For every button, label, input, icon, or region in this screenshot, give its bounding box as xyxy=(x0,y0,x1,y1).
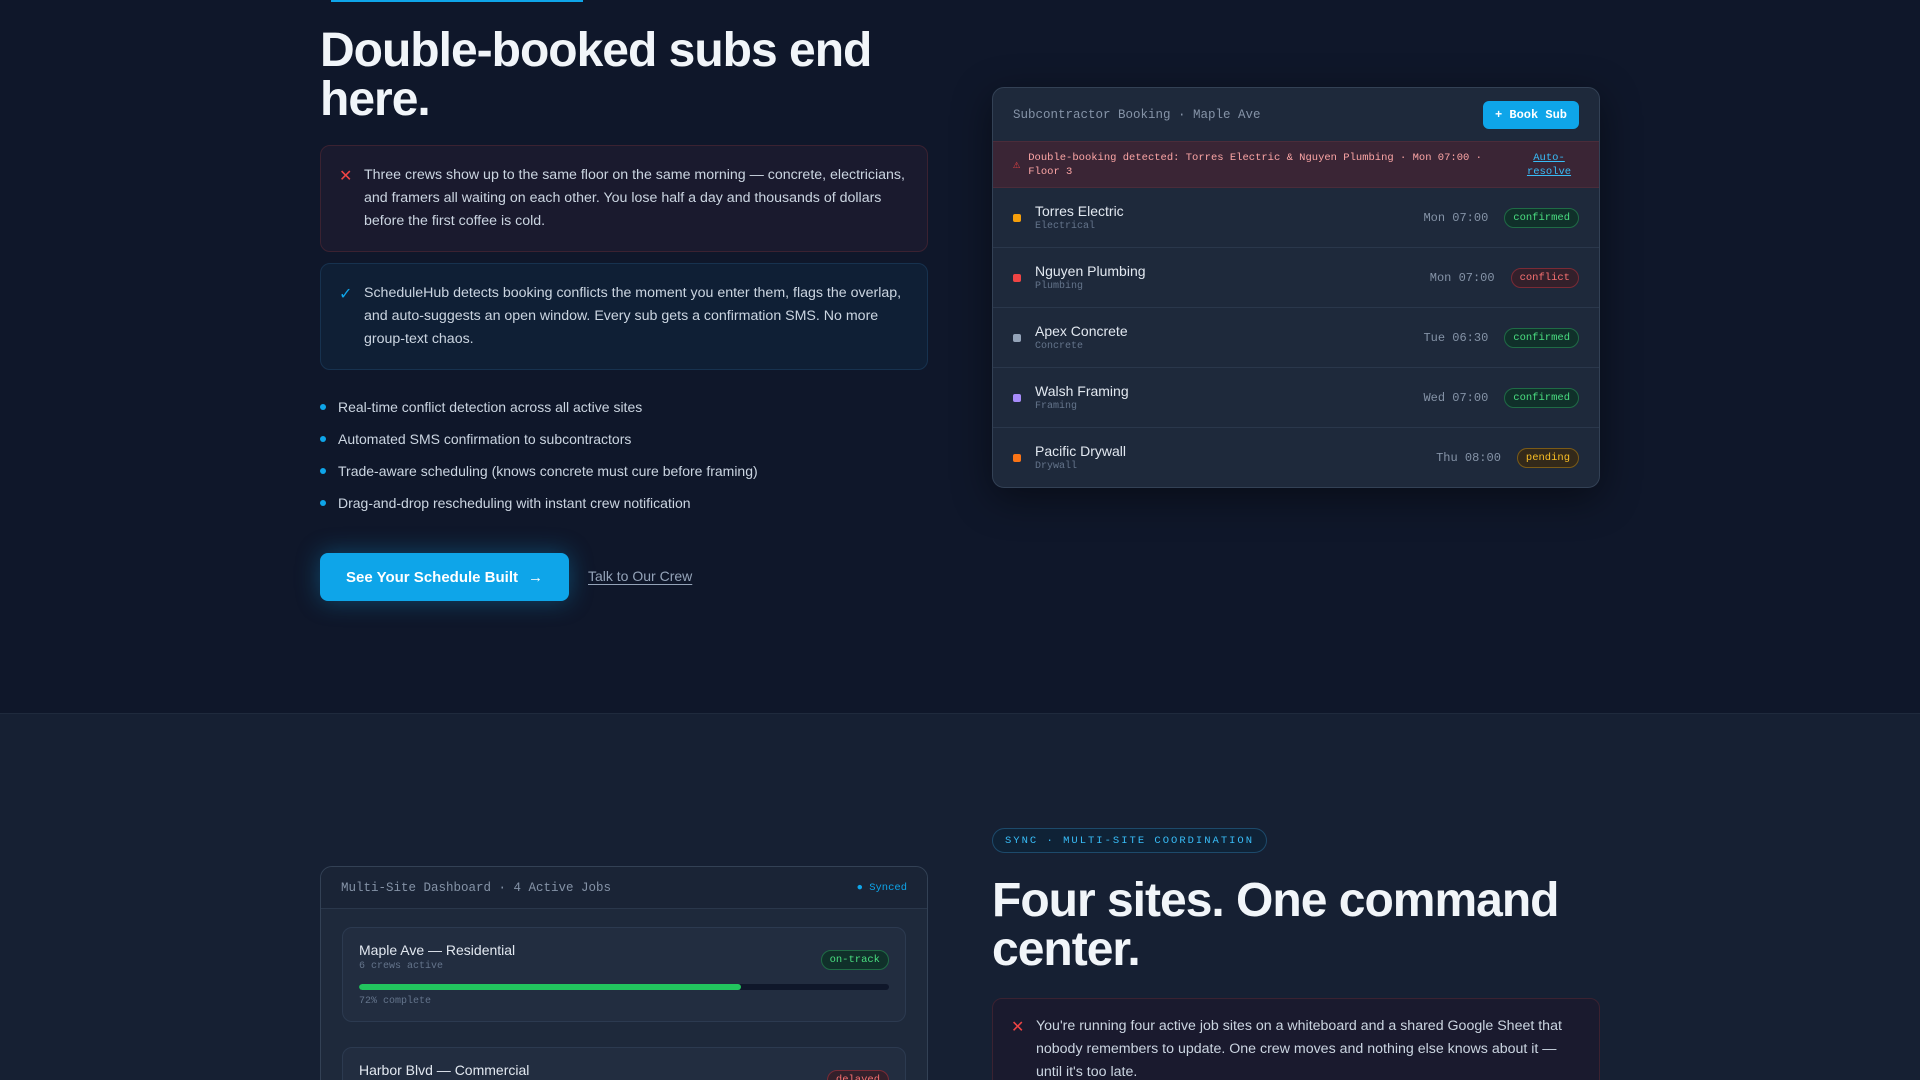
dashboard-header: Multi-Site Dashboard · 4 Active Jobs ● S… xyxy=(321,867,927,909)
booking-time: Mon 07:00 xyxy=(1429,270,1495,285)
booking-panel: Subcontractor Booking · Maple Ave + Book… xyxy=(992,87,1600,488)
sync-dot-icon: ● xyxy=(856,881,863,894)
sub-trade: Concrete xyxy=(1035,340,1084,352)
problem-text: Three crews show up to the same floor on… xyxy=(364,167,905,229)
sync-section xyxy=(0,713,1920,1080)
booking-time: Mon 07:00 xyxy=(1423,210,1489,225)
solution-callout: ✓ ScheduleHub detects booking conflicts … xyxy=(320,263,928,370)
job-status-badge: on-track xyxy=(820,950,889,970)
status-badge: confirmed xyxy=(1504,327,1579,348)
booking-row[interactable]: Torres Electric Electrical Mon 07:00 con… xyxy=(993,188,1599,248)
feature-list: Real-time conflict detection across all … xyxy=(320,396,758,524)
sync-problem-callout: ✕ You're running four active job sites o… xyxy=(992,998,1600,1080)
status-badge: confirmed xyxy=(1504,387,1579,408)
sub-trade: Electrical xyxy=(1035,220,1096,232)
booking-time: Wed 07:00 xyxy=(1423,390,1489,405)
section-title: Four sites. One command center. xyxy=(992,874,1559,976)
booking-time: Thu 08:00 xyxy=(1436,451,1501,465)
sub-trade: Framing xyxy=(1035,400,1078,412)
booking-time: Tue 06:30 xyxy=(1423,330,1489,345)
booking-row[interactable]: Apex Concrete Concrete Tue 06:30 confirm… xyxy=(993,308,1599,368)
status-badge: confirmed xyxy=(1504,207,1579,228)
job-card[interactable]: Harbor Blvd — Commercial delayed xyxy=(342,1047,906,1080)
feature-item: Automated SMS confirmation to subcontrac… xyxy=(320,428,758,460)
alert-message: Double-booking detected: Torres Electric… xyxy=(1028,151,1482,178)
panel-title: Subcontractor Booking · Maple Ave xyxy=(1013,107,1261,122)
section-accent-line xyxy=(331,0,583,2)
multi-site-dashboard: Multi-Site Dashboard · 4 Active Jobs ● S… xyxy=(320,866,928,1080)
sub-name: Torres Electric xyxy=(1035,202,1124,219)
auto-resolve-link[interactable]: Auto-resolve xyxy=(1519,151,1579,179)
panel-header: Subcontractor Booking · Maple Ave + Book… xyxy=(993,88,1599,141)
job-card[interactable]: Maple Ave — Residential 6 crews active o… xyxy=(342,927,906,1022)
sync-status: ● Synced xyxy=(857,882,907,894)
arrow-right-icon: → xyxy=(528,568,543,586)
trade-color-dot xyxy=(1013,333,1021,342)
dashboard-title: Multi-Site Dashboard · 4 Active Jobs xyxy=(341,880,612,895)
see-schedule-button[interactable]: See Your Schedule Built → xyxy=(320,553,569,601)
sub-name: Walsh Framing xyxy=(1035,382,1129,399)
job-crews: 6 crews active xyxy=(359,961,444,972)
warning-icon: ⚠ xyxy=(1013,157,1021,172)
job-status-badge: delayed xyxy=(826,1070,889,1080)
booking-row[interactable]: Nguyen Plumbing Plumbing Mon 07:00 confl… xyxy=(993,248,1599,308)
book-sub-button[interactable]: + Book Sub xyxy=(1482,100,1579,129)
problem-callout: ✕ Three crews show up to the same floor … xyxy=(320,145,928,252)
sub-trade: Drywall xyxy=(1035,461,1078,472)
booking-row[interactable]: Pacific Drywall Drywall Thu 08:00 pendin… xyxy=(993,428,1599,487)
x-icon: ✕ xyxy=(1011,1019,1025,1036)
x-icon: ✕ xyxy=(339,168,353,185)
conflict-alert: ⚠ Double-booking detected: Torres Electr… xyxy=(993,141,1599,188)
progress-fill xyxy=(359,984,741,990)
status-badge: pending xyxy=(1516,448,1579,468)
booking-row[interactable]: Walsh Framing Framing Wed 07:00 confirme… xyxy=(993,368,1599,428)
trade-color-dot xyxy=(1013,393,1021,402)
checkmark-icon: ✓ xyxy=(339,286,353,303)
solution-text: ScheduleHub detects booking conflicts th… xyxy=(364,285,902,347)
job-name: Harbor Blvd — Commercial xyxy=(359,1062,530,1078)
feature-item: Real-time conflict detection across all … xyxy=(320,396,758,428)
sub-trade: Plumbing xyxy=(1035,280,1084,292)
progress-label: 72% complete xyxy=(359,996,432,1007)
sync-problem-text: You're running four active job sites on … xyxy=(1036,1018,1562,1080)
sub-name: Nguyen Plumbing xyxy=(1035,262,1146,279)
status-badge: conflict xyxy=(1510,267,1579,288)
hero-title: Double-booked subs end here. xyxy=(320,24,872,126)
cta-label: See Your Schedule Built xyxy=(346,568,518,586)
section-eyebrow: SYNC · MULTI-SITE COORDINATION xyxy=(992,828,1268,853)
sub-name: Apex Concrete xyxy=(1035,322,1128,339)
trade-color-dot xyxy=(1013,454,1021,462)
trade-color-dot xyxy=(1013,213,1021,222)
job-name: Maple Ave — Residential xyxy=(359,942,516,958)
feature-item: Trade-aware scheduling (knows concrete m… xyxy=(320,460,758,492)
sync-label: Synced xyxy=(869,881,907,894)
feature-item: Drag-and-drop rescheduling with instant … xyxy=(320,492,758,524)
conflict-section: Double-booked subs end here. ✕ Three cre… xyxy=(0,0,1920,713)
sub-name: Pacific Drywall xyxy=(1035,443,1127,459)
trade-color-dot xyxy=(1013,273,1021,282)
progress-bar xyxy=(359,984,889,990)
talk-to-crew-link[interactable]: Talk to Our Crew xyxy=(588,568,692,584)
